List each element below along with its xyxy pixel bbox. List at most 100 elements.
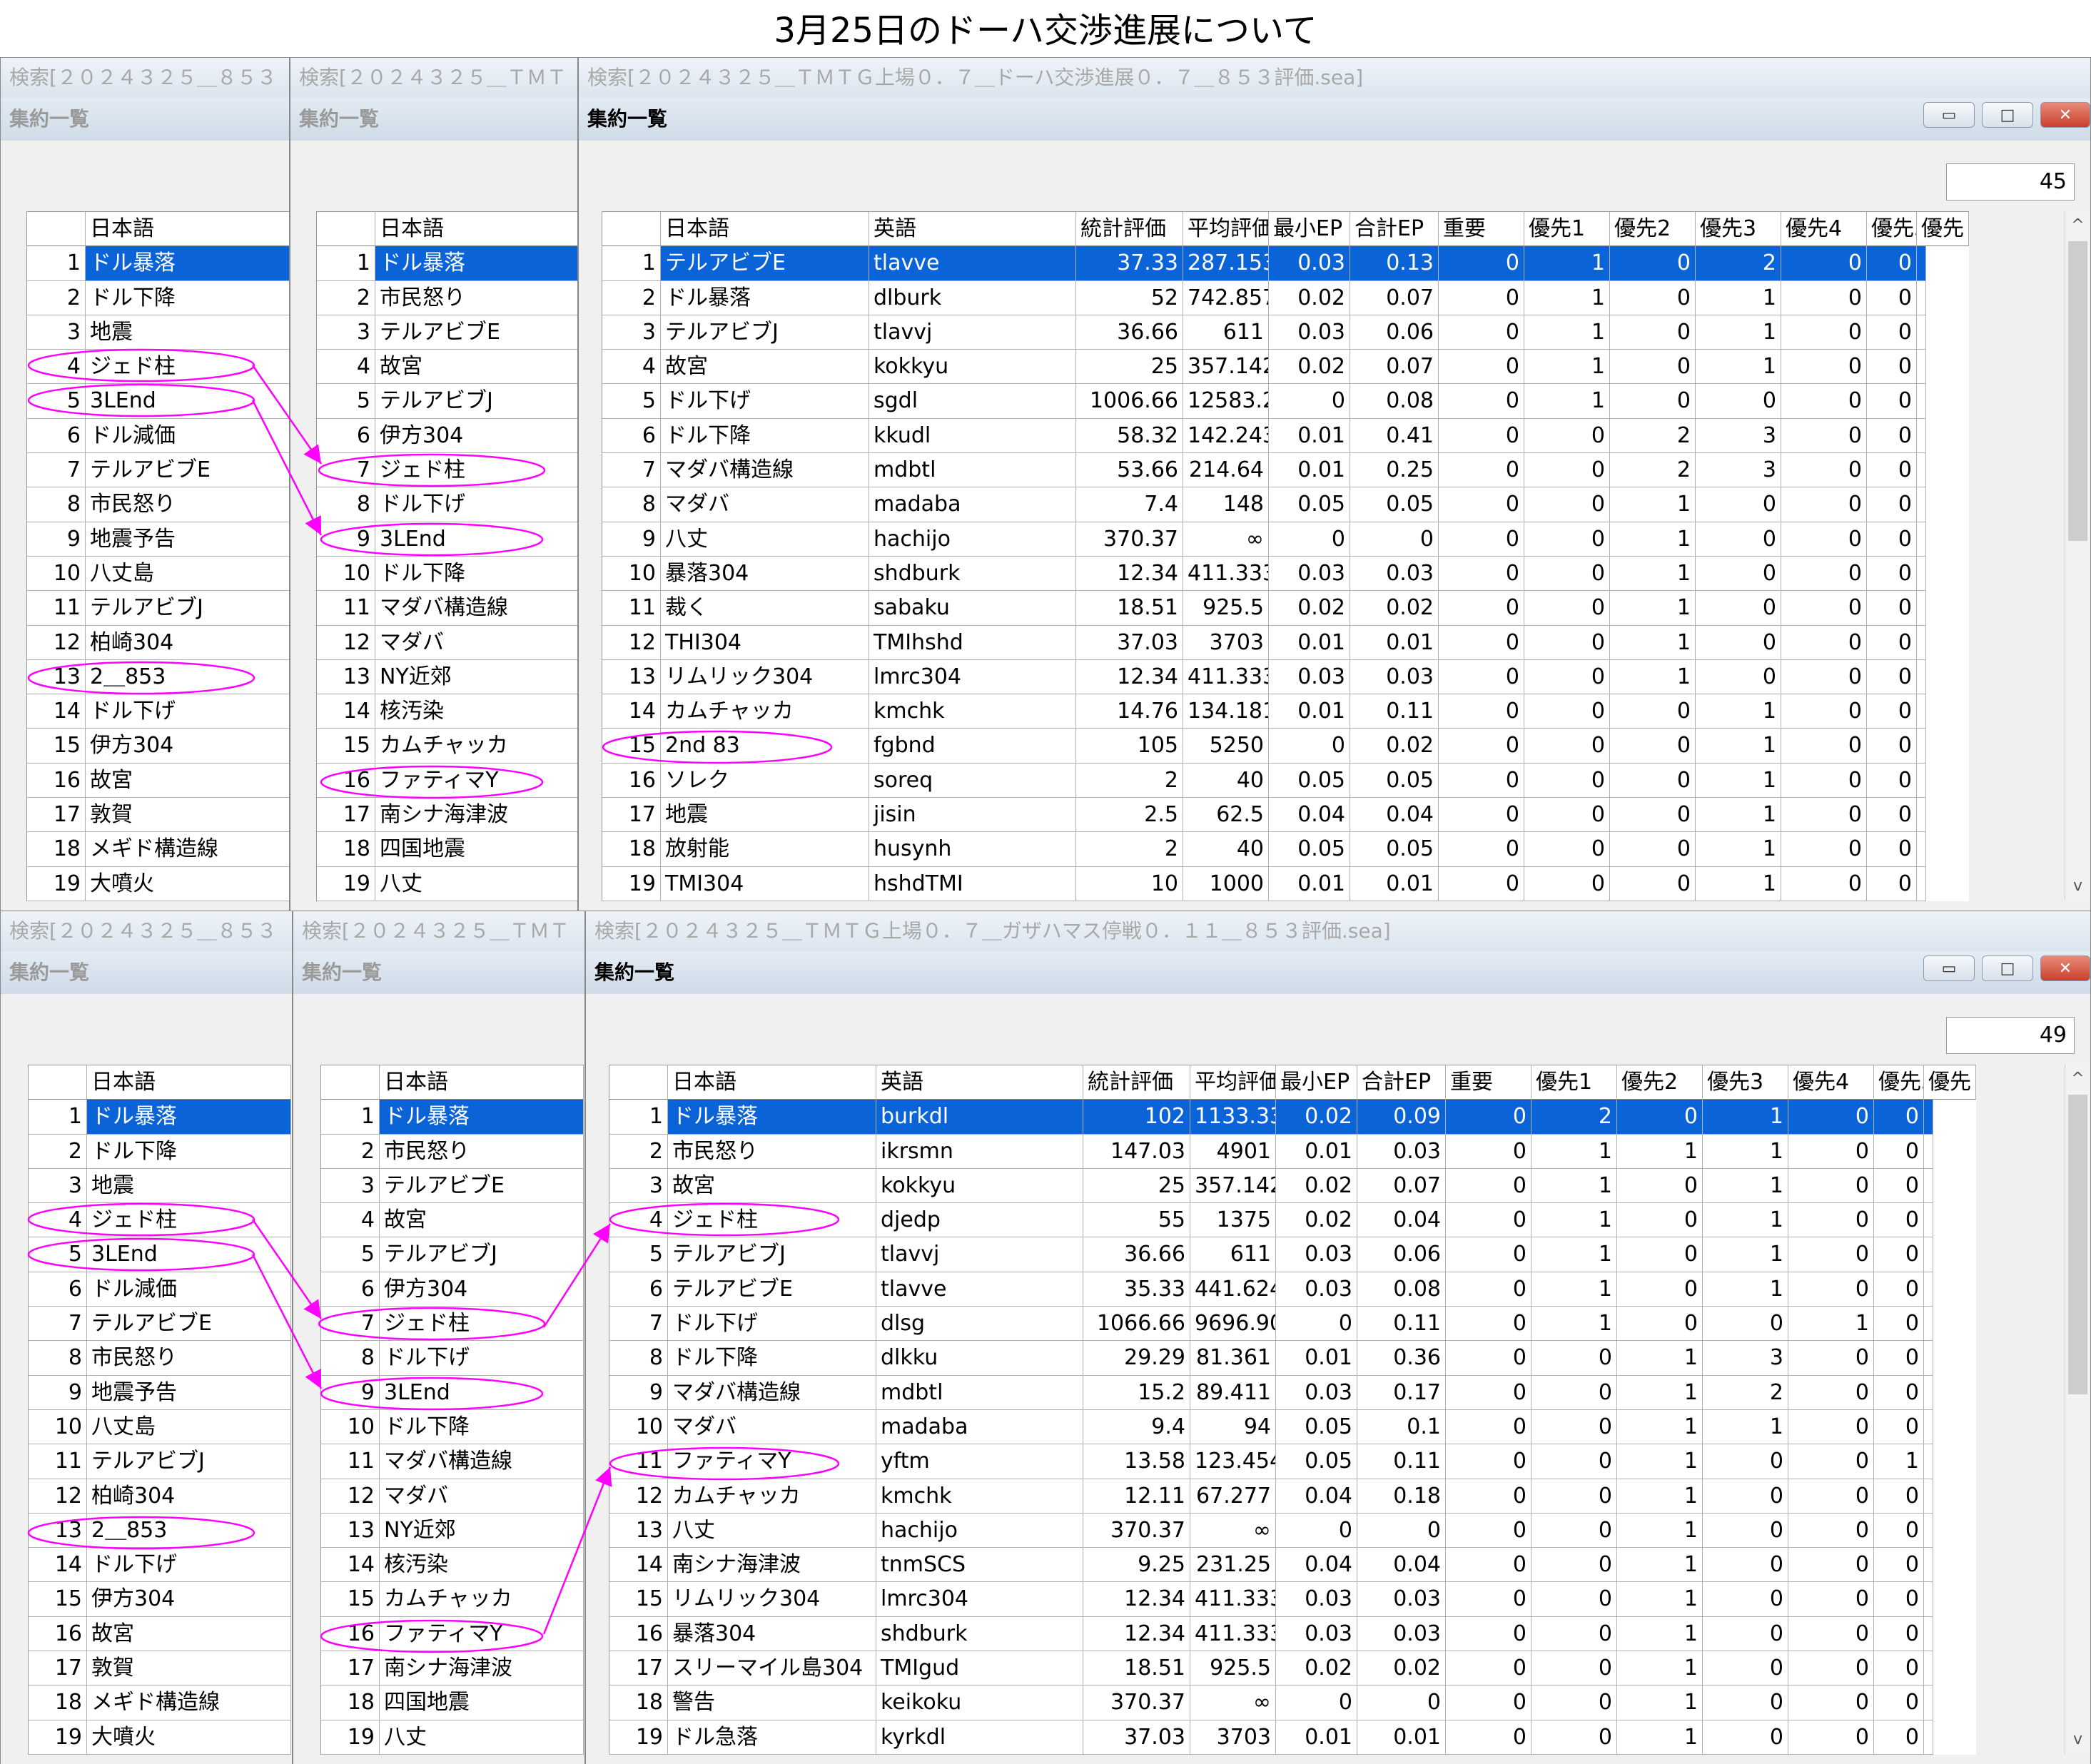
table-cell[interactable]: husynh — [869, 832, 1076, 867]
table-cell[interactable]: 0 — [1524, 729, 1610, 764]
table-cell[interactable]: 12.34 — [1076, 659, 1183, 695]
table-cell[interactable]: 0 — [1446, 1375, 1531, 1410]
table-cell[interactable]: 0 — [1439, 384, 1524, 419]
table-cell[interactable]: リムリック304 — [668, 1582, 876, 1617]
table-row[interactable]: 2 ドル下降 — [27, 280, 289, 315]
table-cell[interactable] — [1924, 1341, 1933, 1376]
table-cell[interactable]: 12583.25 — [1183, 384, 1269, 419]
table-cell[interactable]: 0.02 — [1276, 1168, 1357, 1204]
table-cell[interactable]: 0.09 — [1357, 1100, 1446, 1135]
table-cell[interactable]: 411.333 — [1190, 1582, 1276, 1617]
table-cell[interactable]: 36.66 — [1076, 315, 1183, 350]
table-cell[interactable]: 0 — [1439, 418, 1524, 454]
table-cell[interactable] — [1917, 280, 1926, 315]
table-cell[interactable]: 伊方304 — [380, 1272, 584, 1307]
table-cell[interactable]: 0 — [1874, 1409, 1924, 1445]
table-cell[interactable]: 2.5 — [1076, 798, 1183, 833]
table-cell[interactable]: 3703 — [1183, 625, 1269, 660]
table-row[interactable]: 17 スリーマイル島304 TMIgud 18.51 925.5 0.02 0.02 0 0 1 0… — [609, 1651, 1976, 1686]
table-cell[interactable]: 2 — [1610, 453, 1696, 488]
table-row[interactable]: 11 マダバ構造線 — [317, 591, 577, 626]
table-cell[interactable]: 2＿853 — [86, 659, 289, 695]
table-cell[interactable]: 2nd 83 — [661, 729, 869, 764]
table-row[interactable]: 15 伊方304 — [27, 729, 289, 764]
table-cell[interactable] — [1924, 1100, 1933, 1135]
table-cell[interactable]: 0 — [1874, 1237, 1924, 1272]
table-cell[interactable]: 925.5 — [1190, 1651, 1276, 1686]
table-cell[interactable]: 0 — [1867, 832, 1917, 867]
table-cell[interactable]: 36.66 — [1083, 1237, 1190, 1272]
table-row[interactable]: 4 ジェド柱 djedp 55 1375 0.02 0.04 0 1 0 1 0 0 — [609, 1203, 1976, 1238]
table-cell[interactable]: 35.33 — [1083, 1272, 1190, 1307]
table-row[interactable]: 16 暴落304 shdburk 12.34 411.333 0.03 0.03 0 0 1 0 0 0 — [609, 1616, 1976, 1652]
table-cell[interactable]: 0.05 — [1350, 832, 1439, 867]
table-cell[interactable]: 1000 — [1183, 866, 1269, 901]
table-cell[interactable]: 1 — [1696, 280, 1781, 315]
table-row[interactable]: 3 地震 — [29, 1168, 291, 1204]
table-cell[interactable]: 市民怒り — [87, 1341, 291, 1376]
table-cell[interactable]: 0 — [1867, 694, 1917, 729]
table-cell[interactable]: 3703 — [1190, 1720, 1276, 1755]
table-cell[interactable]: 12.11 — [1083, 1479, 1190, 1514]
table-cell[interactable]: 2 — [1610, 418, 1696, 454]
table-cell[interactable]: 1 — [1617, 1479, 1703, 1514]
table-cell[interactable]: 0 — [1446, 1237, 1531, 1272]
data-grid[interactable]: 日本語英語統計評価平均評価最小EP合計EP重要優先1優先2優先3優先4優先5優先… — [602, 211, 1969, 901]
table-cell[interactable]: 0.03 — [1276, 1272, 1357, 1307]
table-cell[interactable]: マダバ構造線 — [380, 1444, 584, 1479]
close-button[interactable]: ✕ — [2040, 102, 2090, 128]
table-cell[interactable]: 9696.909 — [1190, 1307, 1276, 1342]
table-cell[interactable]: NY近郊 — [380, 1513, 584, 1548]
table-cell[interactable]: 0 — [1781, 384, 1867, 419]
table-cell[interactable]: ∞ — [1190, 1513, 1276, 1548]
table-cell[interactable]: 1 — [1703, 1203, 1788, 1238]
table-cell[interactable]: 411.333 — [1183, 659, 1269, 695]
table-cell[interactable]: 55 — [1083, 1203, 1190, 1238]
table-cell[interactable]: 0 — [1531, 1375, 1617, 1410]
table-cell[interactable]: 0.03 — [1357, 1134, 1446, 1169]
table-cell[interactable]: 0 — [1781, 246, 1867, 281]
table-row[interactable]: 18 放射能 husynh 2 40 0.05 0.05 0 0 0 1 0 0 — [602, 832, 1969, 867]
table-cell[interactable]: 0 — [1531, 1409, 1617, 1445]
table-cell[interactable]: カムチャッカ — [380, 1582, 584, 1617]
table-cell[interactable]: tlavve — [876, 1272, 1083, 1307]
table-row[interactable]: 19 ドル急落 kyrkdl 37.03 3703 0.01 0.01 0 0 1 0 0 0 — [609, 1720, 1976, 1755]
table-cell[interactable]: 370.37 — [1083, 1686, 1190, 1720]
table-cell[interactable] — [1917, 591, 1926, 626]
table-cell[interactable]: 0.04 — [1357, 1548, 1446, 1583]
table-cell[interactable]: 287.153 — [1183, 246, 1269, 281]
table-row[interactable]: 6 伊方304 — [317, 418, 577, 454]
table-cell[interactable] — [1917, 866, 1926, 901]
table-cell[interactable] — [1924, 1444, 1933, 1479]
table-cell[interactable]: 0 — [1531, 1686, 1617, 1720]
table-cell[interactable]: 0 — [1703, 1686, 1788, 1720]
table-cell[interactable]: 0.02 — [1350, 729, 1439, 764]
table-cell[interactable]: 0 — [1696, 522, 1781, 557]
table-cell[interactable]: 0 — [1703, 1548, 1788, 1583]
table-cell[interactable]: 357.142 — [1183, 350, 1269, 385]
table-cell[interactable]: 0 — [1788, 1272, 1874, 1307]
table-cell[interactable]: 7.4 — [1076, 487, 1183, 522]
table-cell[interactable]: 0 — [1446, 1341, 1531, 1376]
table-cell[interactable]: 0 — [1867, 453, 1917, 488]
table-cell[interactable]: 0 — [1703, 1444, 1788, 1479]
table-cell[interactable] — [1924, 1548, 1933, 1583]
data-grid[interactable]: 日本語 1 ドル暴落 2 市民怒り 3 テルアビブE 4 故宮 5 テルアビブJ 6 伊方304 7 ジェド… — [316, 211, 577, 901]
table-row[interactable]: 19 大噴火 — [27, 866, 289, 901]
table-cell[interactable]: 故宮 — [380, 1203, 584, 1238]
table-cell[interactable]: 0 — [1439, 246, 1524, 281]
table-cell[interactable]: 3LEnd — [86, 384, 289, 419]
table-cell[interactable]: ファティマY — [375, 763, 577, 799]
table-cell[interactable]: 18.51 — [1076, 591, 1183, 626]
table-row[interactable]: 12 マダバ — [321, 1479, 584, 1514]
table-cell[interactable]: 0 — [1610, 832, 1696, 867]
table-cell[interactable]: 1 — [1617, 1375, 1703, 1410]
table-cell[interactable]: 3 — [1696, 418, 1781, 454]
table-cell[interactable]: ファティマY — [668, 1444, 876, 1479]
table-cell[interactable]: 10 — [1076, 866, 1183, 901]
summary-list-title[interactable]: 集約一覧 — [1, 98, 289, 141]
table-cell[interactable]: 0 — [1867, 384, 1917, 419]
table-cell[interactable]: 1 — [1617, 1513, 1703, 1548]
table-cell[interactable]: 0 — [1874, 1616, 1924, 1652]
table-cell[interactable]: tlavvj — [869, 315, 1076, 350]
